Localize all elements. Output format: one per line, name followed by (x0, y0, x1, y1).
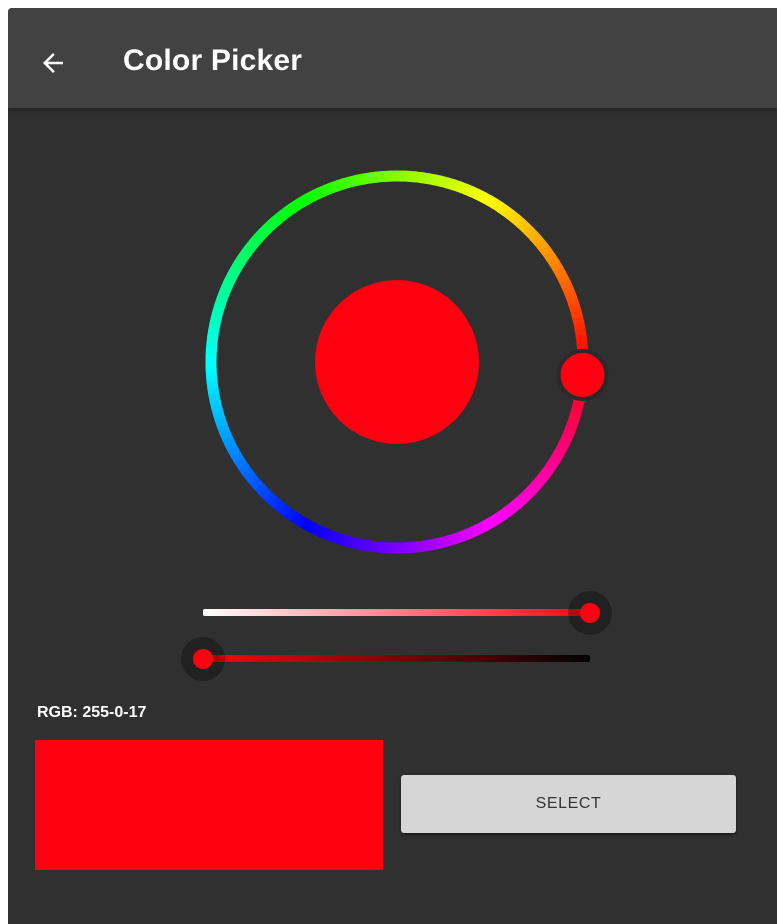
saturation-thumb[interactable] (580, 603, 600, 623)
page-title: Color Picker (123, 44, 303, 77)
app-bar: Color Picker (8, 8, 777, 108)
arrow-left-icon (43, 53, 63, 73)
selected-color-swatch (35, 740, 383, 870)
saturation-track (203, 609, 590, 616)
rgb-value-label: RGB: 255-0-17 (37, 704, 147, 721)
color-picker (181, 170, 612, 681)
value-slider[interactable] (181, 637, 590, 681)
value-thumb[interactable] (193, 649, 213, 669)
value-track (203, 655, 590, 662)
back-button[interactable] (26, 36, 80, 90)
select-button[interactable]: SELECT (401, 775, 736, 833)
saturation-slider[interactable] (203, 591, 612, 635)
hue-thumb[interactable] (556, 349, 609, 401)
color-picker-screen: Color Picker RGB: 255-0-17 SELECT (8, 8, 777, 924)
center-color-preview (315, 280, 479, 444)
